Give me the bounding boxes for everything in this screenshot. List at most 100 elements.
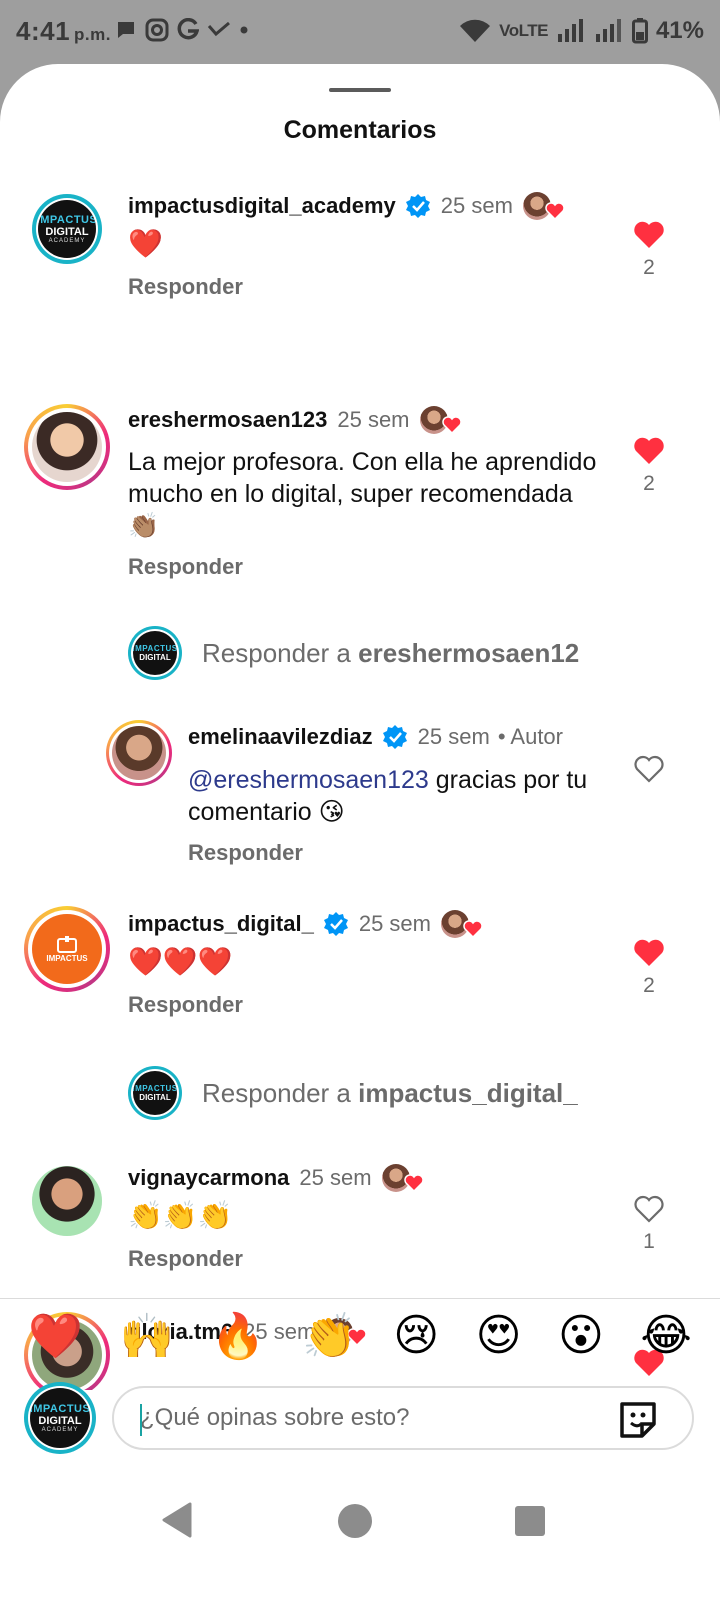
avatar[interactable]: IMPACTUS DIGITAL ACADEMY [32, 194, 102, 264]
comment-text: @ereshermosaen123 gracias por tu comenta… [188, 766, 588, 826]
signal-icon [557, 19, 583, 42]
comment-username[interactable]: impactusdigital_academy [128, 193, 396, 219]
emoji-surprised-button[interactable]: 😮 [558, 1310, 604, 1362]
comment-time: 25 sem [358, 911, 431, 936]
check-icon [207, 21, 230, 37]
heart-outline-icon [634, 755, 664, 783]
sheet-title: Comentarios [283, 116, 437, 144]
mention-link[interactable]: @ereshermosaen123 [188, 766, 429, 794]
heart-icon [463, 920, 483, 938]
comment-text: ❤️❤️❤️ [128, 946, 233, 977]
emoji-raised-hands-button[interactable]: 🙌 [120, 1310, 175, 1362]
avatar[interactable] [24, 404, 110, 490]
reply-button[interactable]: Responder [128, 554, 243, 580]
comments-sheet: Comentarios IMPACTUS DIGITAL ACADEMY imp… [0, 64, 720, 1600]
heart-outline-icon [634, 1195, 664, 1223]
sticker-icon[interactable] [616, 1400, 660, 1440]
avatar[interactable] [106, 720, 172, 786]
heart-icon [441, 416, 462, 434]
author-liked-indicator [522, 190, 565, 222]
comment-input[interactable] [140, 1404, 560, 1432]
divider [0, 1298, 720, 1299]
reply-button[interactable]: Responder [128, 274, 243, 300]
emoji-laughing-button[interactable]: 😂 [640, 1310, 691, 1362]
like-button[interactable]: 1 [632, 1194, 666, 1254]
comment-text: La mejor profesora. Con ella he aprendid… [128, 448, 597, 540]
reply-button[interactable]: Responder [128, 1246, 243, 1272]
status-right: VoLTE 41% [459, 17, 704, 45]
avatar: IMPACTUS DIGITAL [128, 1066, 182, 1120]
signal-icon-2 [595, 19, 621, 42]
author-liked-indicator [381, 1162, 424, 1194]
comment-header: ereshermosaen123 25 sem [128, 404, 462, 436]
comment-header: impactusdigital_academy 25 sem [128, 190, 565, 222]
emoji-clap-button[interactable]: 👏 [302, 1310, 357, 1362]
home-icon[interactable] [338, 1504, 372, 1538]
verified-badge-icon [405, 194, 430, 218]
comment-time: 25 sem [417, 724, 490, 749]
like-button[interactable]: 2 [632, 220, 666, 280]
battery-icon [631, 18, 648, 44]
text-caret [140, 1404, 142, 1436]
heart-icon [403, 1174, 424, 1192]
comment-username[interactable]: ereshermosaen123 [128, 407, 327, 433]
comment-header: impactus_digital_ 25 sem [128, 908, 483, 940]
back-icon[interactable] [160, 1502, 194, 1538]
like-button[interactable]: 2 [632, 436, 666, 496]
emoji-heart-button[interactable]: ❤️ [28, 1310, 83, 1362]
status-bar: 4:41 p.m. VoLTE 41% [0, 0, 720, 66]
avatar[interactable]: IMPACTUS [24, 906, 110, 992]
heart-filled-icon [634, 437, 664, 464]
comment-header: vignaycarmona 25 sem [128, 1162, 424, 1194]
like-count: 2 [643, 472, 655, 495]
battery-level: 41% [655, 17, 704, 44]
reply-to-prompt[interactable]: IMPACTUS DIGITAL Responder a ereshermosa… [128, 626, 579, 680]
comments-list[interactable]: IMPACTUS DIGITAL ACADEMY impactusdigital… [0, 164, 720, 1390]
comment-time: 25 sem [440, 193, 513, 218]
heart-filled-icon [634, 221, 664, 248]
comment-username[interactable]: vignaycarmona [128, 1165, 289, 1191]
verified-badge-icon [382, 725, 407, 749]
system-nav-bar [0, 1470, 720, 1600]
status-time: 4:41 p.m. [16, 16, 111, 46]
dot-icon [240, 26, 248, 34]
comment-text: ❤️ [128, 228, 163, 259]
volte-label: VoLTE [499, 21, 548, 40]
comment-time: 25 sem [299, 1165, 372, 1190]
instagram-icon [145, 18, 169, 42]
reply-to-prompt[interactable]: IMPACTUS DIGITAL Responder a impactus_di… [128, 1066, 578, 1120]
heart-filled-icon [634, 939, 664, 966]
comment-text: 👏👏👏 [128, 1200, 233, 1231]
chat-bubble-icon [118, 22, 134, 38]
status-notification-icons [115, 18, 249, 42]
like-count: 2 [643, 256, 655, 279]
emoji-heart-eyes-button[interactable]: 😍 [476, 1310, 522, 1362]
recent-apps-icon[interactable] [515, 1506, 545, 1536]
reply-button[interactable]: Responder [128, 992, 243, 1018]
quick-emoji-bar: ❤️ 🙌 🔥 👏 😢 😍 😮 😂 [0, 1310, 720, 1362]
comment-username[interactable]: impactus_digital_ [128, 911, 314, 937]
avatar: IMPACTUS DIGITAL [128, 626, 182, 680]
comment-username[interactable]: emelinaavilezdiaz [188, 724, 373, 750]
heart-icon [545, 202, 565, 220]
like-button[interactable] [632, 754, 666, 784]
author-label: • Autor [497, 724, 563, 749]
logo-icon [57, 935, 77, 953]
comment-input-wrapper[interactable] [112, 1386, 694, 1450]
reply-button[interactable]: Responder [188, 840, 303, 866]
like-count: 1 [643, 1230, 655, 1253]
wifi-icon [460, 19, 491, 42]
emoji-fire-button[interactable]: 🔥 [211, 1310, 266, 1362]
comment-header: emelinaavilezdiaz 25 sem • Autor [188, 724, 563, 750]
comment-time: 25 sem [337, 407, 410, 432]
author-liked-indicator [419, 404, 462, 436]
like-count: 2 [643, 974, 655, 997]
like-button[interactable]: 2 [632, 938, 666, 998]
author-liked-indicator [441, 908, 483, 940]
emoji-crying-button[interactable]: 😢 [393, 1310, 439, 1362]
comment-composer: IMPACTUS DIGITAL ACADEMY [24, 1382, 696, 1454]
drag-handle[interactable] [329, 88, 391, 92]
verified-badge-icon [323, 912, 348, 936]
avatar[interactable] [32, 1166, 102, 1236]
my-avatar: IMPACTUS DIGITAL ACADEMY [24, 1382, 96, 1454]
